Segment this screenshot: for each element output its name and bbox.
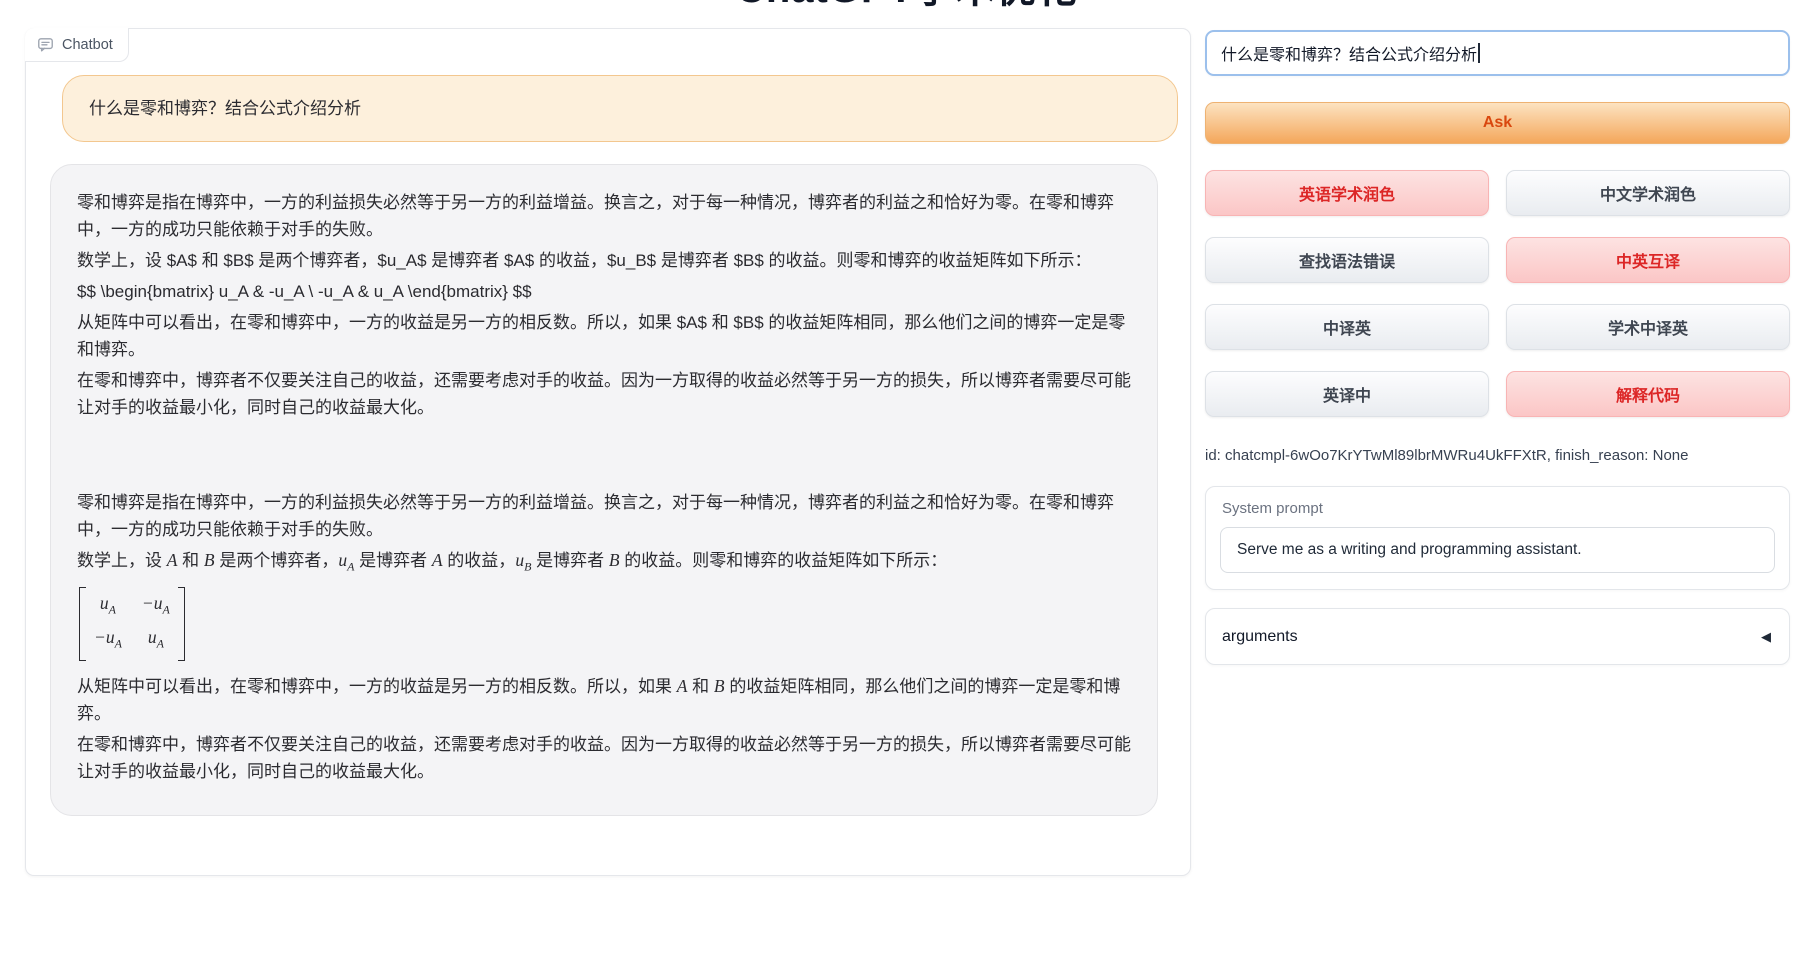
explain-code-button[interactable]: 解释代码 bbox=[1506, 371, 1790, 417]
bot-rendered-line: 零和博弈是指在博弈中，一方的利益损失必然等于另一方的利益增益。换言之，对于每一种… bbox=[77, 489, 1131, 543]
chat-bubble-icon bbox=[37, 36, 54, 53]
action-button-grid: 英语学术润色 中文学术润色 查找语法错误 中英互译 中译英 学术中译英 英译中 … bbox=[1205, 170, 1790, 417]
chatbot-panel: Chatbot 什么是零和博弈？结合公式介绍分析 零和博弈是指在博弈中，一方的利… bbox=[25, 28, 1191, 876]
bot-raw-line: 在零和博弈中，博弈者不仅要关注自己的收益，还需要考虑对手的收益。因为一方取得的收… bbox=[77, 367, 1131, 421]
payoff-matrix: uA −uA −uA uA bbox=[79, 587, 185, 661]
matrix-left-bracket bbox=[79, 587, 86, 661]
ask-button[interactable]: Ask bbox=[1205, 102, 1790, 144]
system-prompt-group: System prompt Serve me as a writing and … bbox=[1205, 486, 1790, 590]
bot-message-bubble: 零和博弈是指在博弈中，一方的利益损失必然等于另一方的利益增益。换言之，对于每一种… bbox=[50, 164, 1158, 816]
system-prompt-label: System prompt bbox=[1220, 500, 1775, 517]
arguments-accordion[interactable]: arguments ◀ bbox=[1205, 608, 1790, 665]
accordion-collapsed-arrow-icon: ◀ bbox=[1761, 629, 1771, 645]
question-input-value: 什么是零和博弈？结合公式介绍分析 bbox=[1221, 41, 1477, 65]
bot-raw-line: 数学上，设 $A$ 和 $B$ 是两个博弈者，$u_A$ 是博弈者 $A$ 的收… bbox=[77, 247, 1131, 274]
chat-messages: 什么是零和博弈？结合公式介绍分析 零和博弈是指在博弈中，一方的利益损失必然等于另… bbox=[26, 29, 1190, 816]
chatbot-label-text: Chatbot bbox=[62, 37, 113, 53]
matrix-right-bracket bbox=[178, 587, 185, 661]
bot-raw-line: 从矩阵中可以看出，在零和博弈中，一方的收益是另一方的相反数。所以，如果 $A$ … bbox=[77, 309, 1131, 363]
system-prompt-value: Serve me as a writing and programming as… bbox=[1237, 541, 1582, 559]
payoff-matrix-line: uA −uA −uA uA bbox=[77, 585, 1131, 669]
en-to-zh-translate-button[interactable]: 英译中 bbox=[1205, 371, 1489, 417]
question-input[interactable]: 什么是零和博弈？结合公式介绍分析 bbox=[1205, 30, 1790, 76]
controls-column: 什么是零和博弈？结合公式介绍分析 Ask 英语学术润色 中文学术润色 查找语法错… bbox=[1205, 30, 1790, 665]
page-title: ChatGPT学术优化 bbox=[0, 0, 1814, 13]
chatbot-label: Chatbot bbox=[25, 28, 129, 62]
user-message-bubble: 什么是零和博弈？结合公式介绍分析 bbox=[62, 75, 1178, 142]
response-status-line: id: chatcmpl-6wOo7KrYTwMl89lbrMWRu4UkFFX… bbox=[1205, 447, 1790, 464]
english-academic-polish-button[interactable]: 英语学术润色 bbox=[1205, 170, 1489, 216]
bot-rendered-line: 在零和博弈中，博弈者不仅要关注自己的收益，还需要考虑对手的收益。因为一方取得的收… bbox=[77, 731, 1131, 785]
zh-en-mutual-translate-button[interactable]: 中英互译 bbox=[1506, 237, 1790, 283]
bot-raw-line: 零和博弈是指在博弈中，一方的利益损失必然等于另一方的利益增益。换言之，对于每一种… bbox=[77, 189, 1131, 243]
bot-rendered-math-line: 数学上，设 A 和 B 是两个博弈者，uA 是博弈者 A 的收益，uB 是博弈者… bbox=[77, 547, 1131, 581]
find-grammar-errors-button[interactable]: 查找语法错误 bbox=[1205, 237, 1489, 283]
bot-rendered-line: 从矩阵中可以看出，在零和博弈中，一方的收益是另一方的相反数。所以，如果 A 和 … bbox=[77, 673, 1131, 727]
chinese-academic-polish-button[interactable]: 中文学术润色 bbox=[1506, 170, 1790, 216]
zh-to-en-translate-button[interactable]: 中译英 bbox=[1205, 304, 1489, 350]
text-cursor bbox=[1478, 43, 1480, 63]
bot-raw-latex-line: $$ \begin{bmatrix} u_A & -u_A \ -u_A & u… bbox=[77, 278, 1131, 305]
system-prompt-input[interactable]: Serve me as a writing and programming as… bbox=[1220, 527, 1775, 573]
arguments-accordion-label: arguments bbox=[1222, 628, 1298, 646]
answer-gap bbox=[77, 425, 1131, 489]
user-message-text: 什么是零和博弈？结合公式介绍分析 bbox=[89, 99, 361, 118]
academic-zh-to-en-button[interactable]: 学术中译英 bbox=[1506, 304, 1790, 350]
page-title-clipped: ChatGPT学术优化 bbox=[0, 0, 1814, 13]
